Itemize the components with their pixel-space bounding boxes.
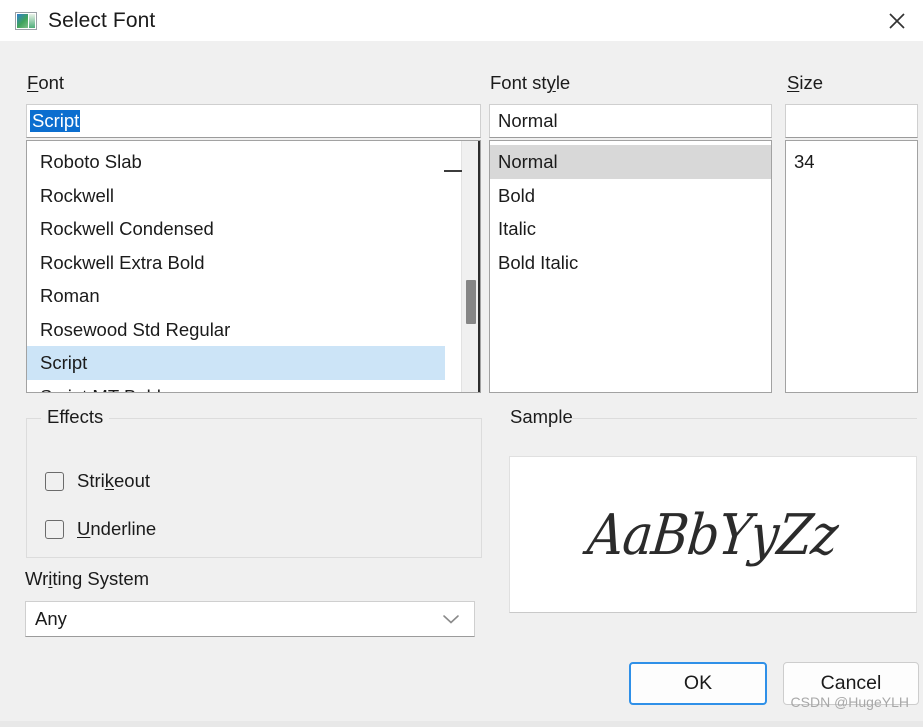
list-item[interactable]: Rosewood Std Regular <box>27 313 480 347</box>
effects-group-title: Effects <box>41 406 110 428</box>
underline-label-accelerator: U <box>77 518 91 539</box>
strikeout-label-head: Stri <box>77 470 105 491</box>
font-input-value: Script <box>30 109 81 133</box>
underline-checkbox[interactable] <box>45 519 64 539</box>
font-label: Font <box>27 72 64 94</box>
writing-system-label-head: Wr <box>25 568 49 589</box>
strikeout-checkbox-row[interactable]: Strikeout <box>45 470 150 492</box>
sample-preview: AaBbYyZz <box>509 456 917 613</box>
size-label: Size <box>787 72 823 94</box>
font-style-list[interactable]: Normal Bold Italic Bold Italic <box>489 140 772 393</box>
sample-group-rule <box>566 418 917 419</box>
watermark: CSDN @HugeYLH <box>790 694 909 710</box>
font-label-accelerator: F <box>27 72 39 93</box>
list-item[interactable]: Rockwell <box>27 179 480 213</box>
list-item[interactable]: Roman <box>27 279 480 313</box>
list-item-selected[interactable]: Normal <box>490 145 771 179</box>
list-item[interactable]: Roboto Slab <box>27 145 480 179</box>
writing-system-label-tail: ting System <box>52 568 150 589</box>
list-item[interactable]: Bold Italic <box>490 246 771 280</box>
strikeout-label-accelerator: k <box>104 470 114 491</box>
font-style-label: Font style <box>490 72 570 94</box>
font-preview-icon <box>15 11 37 30</box>
strikeout-label-tail: eout <box>114 470 151 491</box>
font-list[interactable]: Roboto Slab Rockwell Rockwell Condensed … <box>26 140 481 393</box>
size-list[interactable]: 34 <box>785 140 918 393</box>
font-label-rest: ont <box>38 72 65 93</box>
list-item[interactable]: 34 <box>786 145 917 179</box>
cancel-button-label: Cancel <box>820 672 882 694</box>
underline-label: Underline <box>77 518 156 540</box>
close-icon[interactable] <box>871 0 923 41</box>
list-item-selected[interactable]: Script <box>27 346 445 380</box>
sample-group-title: Sample <box>504 406 579 428</box>
writing-system-value: Any <box>35 608 67 629</box>
window-title: Select Font <box>48 8 156 32</box>
chevron-down-icon[interactable] <box>442 613 460 625</box>
list-item[interactable]: Script MT Bold <box>27 380 480 393</box>
vertical-scrollbar[interactable] <box>444 141 480 392</box>
size-label-accelerator: S <box>787 72 800 93</box>
ok-button-label: OK <box>683 672 713 694</box>
underline-checkbox-row[interactable]: Underline <box>45 518 156 540</box>
font-style-label-accelerator: y <box>546 72 556 93</box>
writing-system-label: Writing System <box>25 568 149 590</box>
select-font-dialog: Select Font Font Script Roboto Slab Rock… <box>0 0 923 727</box>
strikeout-label: Strikeout <box>77 470 150 492</box>
scrollbar-tick <box>444 170 462 172</box>
size-input[interactable] <box>785 104 918 138</box>
underline-label-tail: nderline <box>90 518 157 539</box>
scrollbar-rail <box>478 141 480 392</box>
scrollbar-thumb[interactable] <box>466 280 476 324</box>
strikeout-checkbox[interactable] <box>45 471 64 491</box>
writing-system-select[interactable]: Any <box>25 601 475 637</box>
list-item[interactable]: Italic <box>490 212 771 246</box>
font-style-label-head: Font st <box>490 72 547 93</box>
list-item[interactable]: Rockwell Condensed <box>27 212 480 246</box>
title-bar: Select Font <box>0 0 923 41</box>
font-style-input[interactable]: Normal <box>489 104 772 138</box>
dialog-bottom-edge <box>0 721 923 727</box>
size-label-rest: ize <box>799 72 823 93</box>
ok-button[interactable]: OK <box>629 662 767 705</box>
font-input[interactable]: Script <box>26 104 481 138</box>
list-item[interactable]: Rockwell Extra Bold <box>27 246 480 280</box>
font-style-input-value: Normal <box>498 110 558 131</box>
sample-text: AaBbYyZz <box>585 502 841 567</box>
font-style-label-tail: le <box>555 72 571 93</box>
list-item[interactable]: Bold <box>490 179 771 213</box>
